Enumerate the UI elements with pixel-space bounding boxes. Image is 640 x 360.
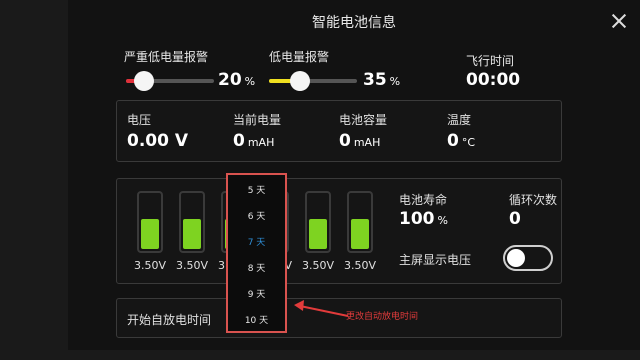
low-alarm-value: 35%	[363, 70, 401, 90]
battery-cell	[347, 191, 373, 253]
cycles-label: 循环次数	[509, 193, 558, 207]
main-content: 严重低电量报警 20% 低电量报警 35% 飞行时间 00:00 电压 0.00…	[114, 44, 624, 344]
battery-cell-fill	[183, 219, 201, 249]
battery-cell-fill	[351, 219, 369, 249]
critical-alarm-label: 严重低电量报警	[124, 50, 209, 64]
annotation-arrow	[294, 300, 349, 317]
battery-cell-voltage: 3.50V	[343, 259, 377, 272]
low-alarm-label: 低电量报警	[269, 50, 330, 64]
battery-cell-voltage: 3.50V	[301, 259, 335, 272]
flight-time-value: 00:00	[466, 70, 521, 90]
battery-cell-voltage: 3.50V	[133, 259, 167, 272]
battery-cell-fill	[141, 219, 159, 249]
voltage-value: 0.00 V	[127, 131, 189, 151]
discharge-days-dropdown[interactable]: 5 天 6 天 7 天 8 天 9 天 10 天	[226, 173, 287, 333]
dropdown-option[interactable]: 7 天	[228, 235, 285, 248]
voltage-label: 电压	[127, 113, 152, 127]
low-alarm-slider[interactable]	[269, 71, 357, 91]
flight-time-label: 飞行时间	[466, 54, 515, 68]
dropdown-option[interactable]: 6 天	[228, 209, 285, 222]
close-icon[interactable]	[610, 12, 628, 30]
battery-cell	[179, 191, 205, 253]
dropdown-option[interactable]: 10 天	[228, 313, 285, 326]
capacity-label: 电池容量	[339, 113, 388, 127]
temperature-label: 温度	[447, 113, 472, 127]
battery-life-value: 100%	[399, 209, 448, 229]
critical-alarm-value: 20%	[218, 70, 256, 90]
battery-cell-fill	[309, 219, 327, 249]
dropdown-option[interactable]: 9 天	[228, 287, 285, 300]
annotation-text: 更改自动放电时间	[346, 312, 419, 322]
critical-alarm-knob[interactable]	[133, 71, 154, 91]
home-voltage-toggle[interactable]	[503, 245, 553, 271]
battery-cell-voltage: 3.50V	[175, 259, 209, 272]
cycles-value: 0	[509, 209, 521, 229]
capacity-value: 0 mAH	[339, 131, 381, 151]
battery-cell	[305, 191, 331, 253]
dropdown-option[interactable]: 8 天	[228, 261, 285, 274]
temperature-value: 0 °C	[447, 131, 476, 151]
cells-panel: 3.50V3.50V3.50V3.50V3.50V3.50V 电池寿命 100%…	[116, 178, 562, 284]
self-discharge-label: 开始自放电时间	[127, 313, 212, 327]
stats-panel: 电压 0.00 V 当前电量 0 mAH 电池容量 0 mAH 温度 0 °C	[116, 100, 562, 162]
dropdown-option[interactable]: 5 天	[228, 183, 285, 196]
battery-cell	[137, 191, 163, 253]
battery-life-label: 电池寿命	[399, 193, 448, 207]
toggle-knob	[507, 249, 525, 267]
current-charge-label: 当前电量	[233, 113, 282, 127]
low-alarm-knob[interactable]	[289, 71, 310, 91]
current-charge-value: 0 mAH	[233, 131, 275, 151]
home-voltage-label: 主屏显示电压	[399, 253, 472, 267]
dialog-title: 智能电池信息	[312, 15, 396, 31]
critical-alarm-slider[interactable]	[126, 71, 214, 91]
